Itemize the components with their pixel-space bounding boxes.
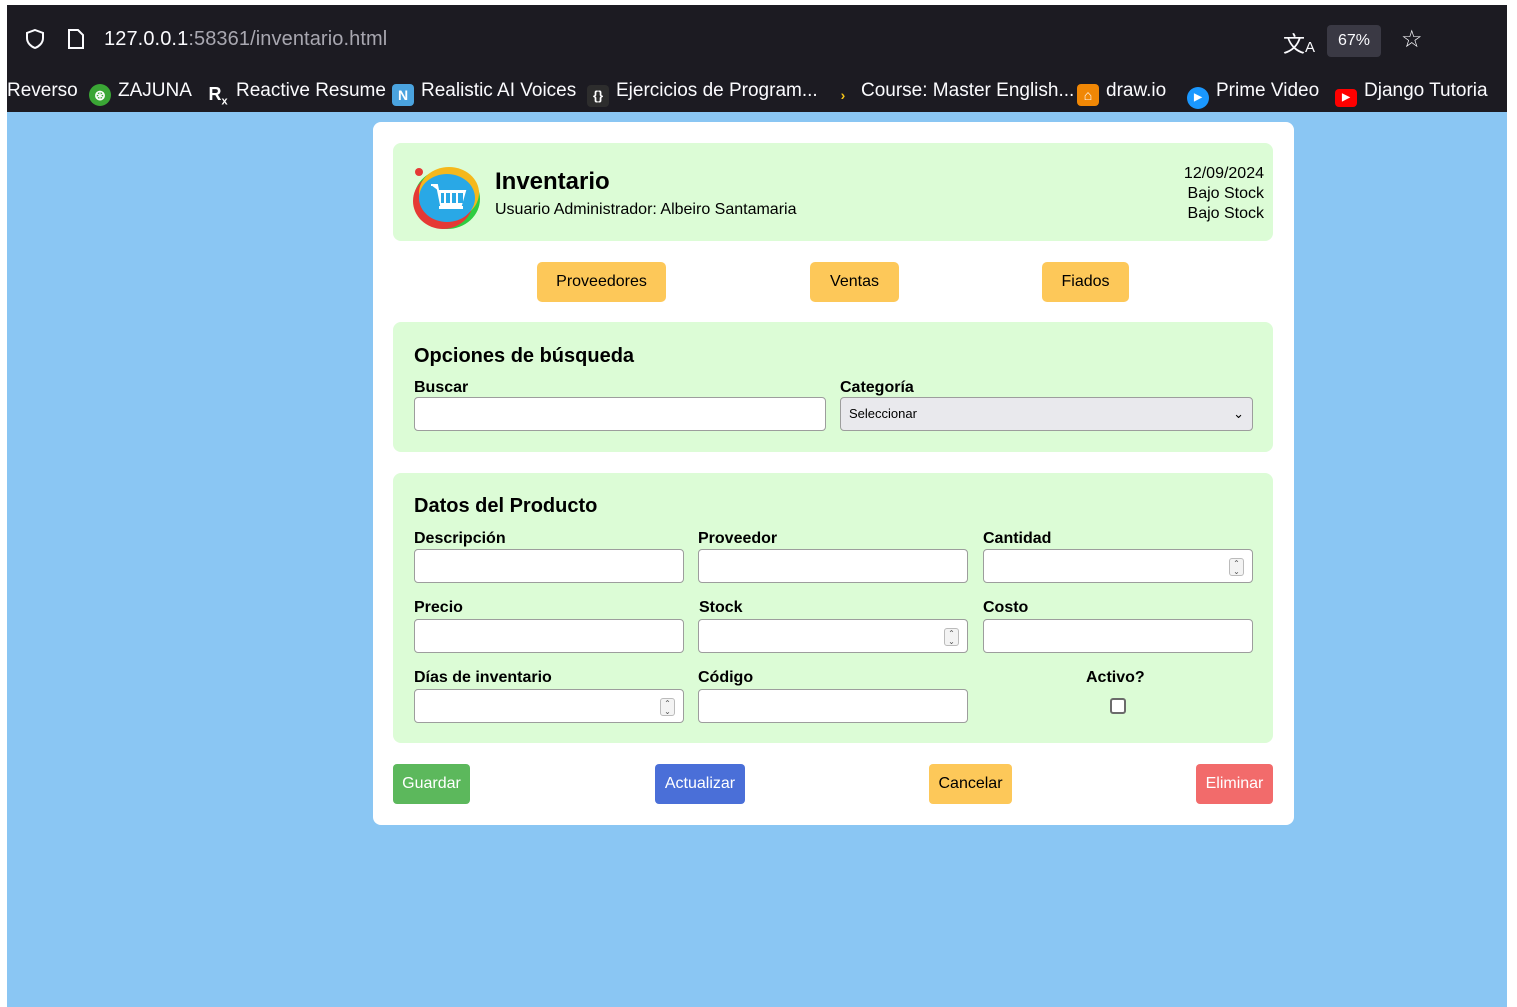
bookmark-reactive-resume[interactable]: RxReactive Resume <box>205 79 386 108</box>
page-title: Inventario <box>495 168 610 195</box>
page-icon[interactable] <box>67 29 85 49</box>
search-options-panel: Opciones de búsqueda Buscar Categoría Se… <box>393 322 1273 452</box>
codigo-input[interactable] <box>698 689 968 723</box>
cantidad-input[interactable]: ⌃ ⌄ <box>983 549 1253 583</box>
costo-input[interactable] <box>983 619 1253 653</box>
bookmark-reverso[interactable]: Reverso <box>7 79 78 103</box>
precio-input[interactable] <box>414 619 684 653</box>
chevron-down-icon: ⌄ <box>1233 406 1244 421</box>
fiados-button[interactable]: Fiados <box>1042 262 1129 302</box>
actualizar-button[interactable]: Actualizar <box>655 764 745 804</box>
n-icon: N <box>392 84 414 106</box>
product-data-panel: Datos del Producto Descripción Proveedor… <box>393 473 1273 743</box>
number-spinner-icon[interactable]: ⌃ ⌄ <box>660 698 675 716</box>
bookmark-drawio[interactable]: ⌂ draw.io <box>1077 79 1166 106</box>
drawio-icon: ⌂ <box>1077 84 1099 106</box>
low-stock-alert: Bajo Stock <box>1187 185 1264 202</box>
buscar-label: Buscar <box>414 379 469 396</box>
low-stock-alert: Bajo Stock <box>1187 205 1264 222</box>
proveedor-input[interactable] <box>698 549 968 583</box>
prime-video-icon: ▶ <box>1187 87 1209 109</box>
stock-input[interactable]: ⌃ ⌄ <box>698 619 968 653</box>
header-status: 12/09/2024 Bajo Stock Bajo Stock <box>1184 164 1264 224</box>
ventas-button[interactable]: Ventas <box>810 262 899 302</box>
bookmark-course-english[interactable]: › Course: Master English... <box>832 79 1075 103</box>
dias-inventario-label: Días de inventario <box>414 669 552 686</box>
descripcion-label: Descripción <box>414 530 506 547</box>
translate-icon[interactable]: 文A <box>1283 27 1315 59</box>
toolbar-gap <box>7 61 1507 71</box>
shield-icon[interactable] <box>25 29 45 49</box>
costo-label: Costo <box>983 599 1029 616</box>
admin-user-label: Usuario Administrador: Albeiro Santamari… <box>495 201 797 218</box>
bookmark-prime-video[interactable]: ▶ Prime Video <box>1187 79 1319 109</box>
bookmark-django-tutoria[interactable]: ▶ Django Tutoria <box>1335 79 1488 107</box>
precio-label: Precio <box>414 599 463 616</box>
number-spinner-icon[interactable]: ⌃ ⌄ <box>944 628 959 646</box>
categoria-select[interactable]: Seleccionar ⌄ <box>840 397 1253 431</box>
proveedor-label: Proveedor <box>698 530 778 547</box>
current-date: 12/09/2024 <box>1183 165 1264 182</box>
guardar-button[interactable]: Guardar <box>393 764 470 804</box>
proveedores-button[interactable]: Proveedores <box>537 262 666 302</box>
bookmark-ejercicios[interactable]: {} Ejercicios de Program... <box>587 79 818 107</box>
activo-label: Activo? <box>1086 669 1145 686</box>
dias-inventario-input[interactable]: ⌃ ⌄ <box>414 689 684 723</box>
bookmarks-bar: Reverso ⊛ ZAJUNA RxReactive Resume N Reali… <box>7 71 1507 112</box>
cantidad-label: Cantidad <box>983 530 1052 547</box>
zoom-level-badge[interactable]: 67% <box>1327 25 1381 57</box>
youtube-icon: ▶ <box>1335 89 1357 107</box>
bookmark-star-icon[interactable]: ☆ <box>1401 25 1423 54</box>
activo-checkbox[interactable] <box>1110 698 1126 714</box>
inventory-card: Inventario Usuario Administrador: Albeir… <box>373 122 1294 825</box>
rx-icon: Rx <box>208 84 228 108</box>
descripcion-input[interactable] <box>414 549 684 583</box>
number-spinner-icon[interactable]: ⌃ ⌄ <box>1229 558 1244 576</box>
categoria-label: Categoría <box>840 379 914 396</box>
eliminar-button[interactable]: Eliminar <box>1196 764 1273 804</box>
product-section-title: Datos del Producto <box>414 495 598 517</box>
zajuna-icon: ⊛ <box>89 84 111 106</box>
header-panel: Inventario Usuario Administrador: Albeir… <box>393 143 1273 241</box>
braces-icon: {} <box>587 85 609 107</box>
play-arrow-icon: › <box>840 87 846 103</box>
buscar-input[interactable] <box>414 397 826 431</box>
search-section-title: Opciones de búsqueda <box>414 345 635 367</box>
address-bar[interactable]: 127.0.0.1:58361/inventario.html 文A 67% ☆ <box>7 5 1507 61</box>
stock-label: Stock <box>699 599 743 616</box>
bookmark-realistic-ai-voices[interactable]: N Realistic AI Voices <box>392 79 576 106</box>
codigo-label: Código <box>698 669 754 686</box>
bookmark-zajuna[interactable]: ⊛ ZAJUNA <box>89 79 192 106</box>
browser-window: 127.0.0.1:58361/inventario.html 文A 67% ☆… <box>7 5 1507 1007</box>
cancelar-button[interactable]: Cancelar <box>929 764 1012 804</box>
shopping-cart-logo-icon <box>413 167 480 229</box>
url-text[interactable]: 127.0.0.1:58361/inventario.html <box>104 28 387 51</box>
